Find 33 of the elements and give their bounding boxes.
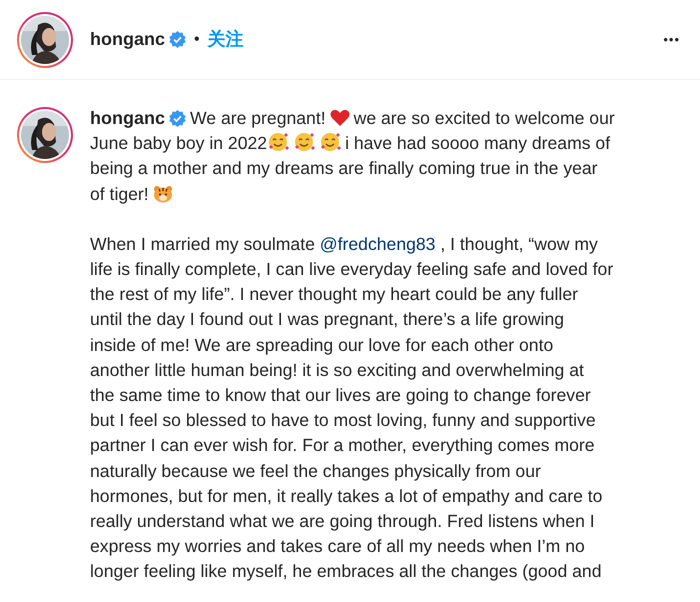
more-options-button[interactable]: ••• bbox=[659, 30, 684, 50]
caption-text: June baby boy in 2022 bbox=[90, 133, 268, 154]
caption-text: life is finally complete, I can live everyday feeling safe and loved for bbox=[90, 259, 614, 280]
caption-text: really understand what we are going through. Fred listens when I bbox=[90, 511, 595, 532]
caption-text: another little human being! it is so exciting and overwhelming at bbox=[90, 360, 584, 380]
username[interactable]: honganc bbox=[90, 108, 165, 128]
caption-text: longer feeling like myself, he embraces all the changes (good and bbox=[90, 561, 602, 582]
verified-icon bbox=[169, 31, 186, 48]
caption-text: but I feel so blessed to have to most loving, funny and supportive bbox=[90, 410, 596, 430]
smiling-face-icon bbox=[267, 132, 290, 152]
caption-text: We are pregnant! bbox=[190, 108, 326, 128]
caption-text: being a mother and my dreams are finally coming true in the year bbox=[90, 158, 598, 178]
caption-text: hormones, but for men, it really takes a lot of empathy and care to bbox=[90, 486, 602, 506]
mention-link[interactable]: @fredcheng83 bbox=[320, 234, 436, 254]
caption-text: partner I can ever wish for. For a mother, everything comes more bbox=[90, 435, 595, 456]
caption-text: , I thought, “wow my bbox=[440, 234, 598, 254]
heart-icon bbox=[330, 109, 350, 127]
caption-text: When I married my soulmate bbox=[90, 234, 315, 254]
caption-text: until the day I found out I was pregnant, there’s a life growing bbox=[90, 309, 564, 330]
caption-text: express my worries and takes care of all my needs when I’m no bbox=[90, 536, 585, 556]
caption-text: the same time to know that our lives are going to change forever bbox=[90, 385, 591, 406]
caption-text: of tiger! bbox=[90, 184, 149, 204]
caption-text: inside of me! We are spreading our love for each other onto bbox=[90, 334, 554, 355]
verified-icon bbox=[169, 110, 186, 127]
smiling-face-icon bbox=[319, 132, 342, 152]
caption-text: we are so excited to welcome our bbox=[354, 108, 615, 128]
caption-text: naturally because we feel the changes physically from our bbox=[90, 460, 541, 481]
username[interactable]: honganc bbox=[90, 26, 165, 53]
tiger-icon bbox=[152, 184, 173, 203]
separator-dot: • bbox=[194, 30, 200, 50]
caption-text: the rest of my life”. I never thought my heart could be any fuller bbox=[90, 284, 578, 304]
caption-text: i have had soooo many dreams of bbox=[345, 133, 610, 154]
smiling-face-icon bbox=[293, 132, 316, 152]
